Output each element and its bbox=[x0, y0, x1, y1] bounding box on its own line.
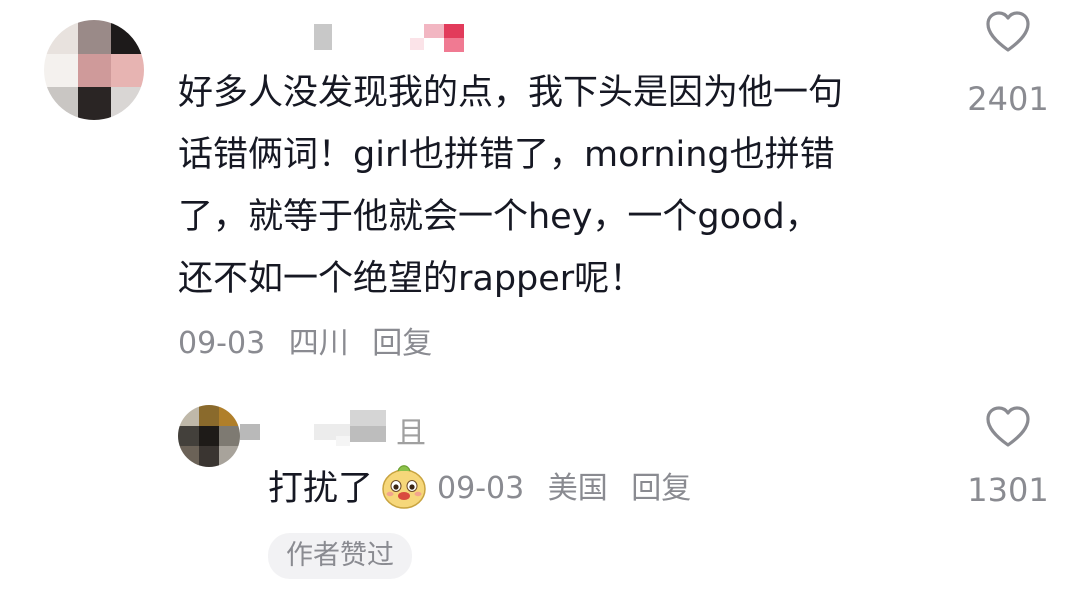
comment-location: 四川 bbox=[288, 326, 349, 361]
avatar[interactable] bbox=[178, 405, 240, 467]
username-redacted[interactable]: 且 bbox=[240, 410, 440, 451]
comment-meta: 09-03 四川 回复 bbox=[178, 318, 446, 362]
reply-button[interactable]: 回复 bbox=[631, 471, 691, 506]
face-emoji-icon bbox=[382, 465, 426, 509]
comment-text: 打扰了 bbox=[268, 468, 374, 509]
comment-text-line: 好多人没发现我的点，我下头是因为他一句 bbox=[178, 73, 844, 113]
reply-button[interactable]: 回复 bbox=[372, 326, 432, 361]
heart-outline-icon[interactable] bbox=[984, 10, 1032, 54]
like-button[interactable]: 1301 bbox=[948, 405, 1068, 509]
comment-text-line: 还不如一个绝望的rapper呢！ bbox=[178, 259, 645, 299]
like-count: 1301 bbox=[967, 471, 1049, 509]
username-fragment: 且 bbox=[396, 416, 426, 451]
comment-text-line: 了，就等于他就会一个hey，一个good， bbox=[178, 197, 820, 237]
comment-meta: 09-03 美国 回复 bbox=[437, 463, 705, 507]
comment-text-line: 话错俩词！girl也拼错了，morning也拼错 bbox=[178, 135, 835, 175]
comment-location: 美国 bbox=[547, 471, 608, 506]
comment-date: 09-03 bbox=[437, 471, 525, 506]
comment-date: 09-03 bbox=[178, 326, 266, 361]
like-button[interactable]: 2401 bbox=[948, 10, 1068, 118]
username-redacted[interactable] bbox=[270, 24, 490, 54]
avatar[interactable] bbox=[44, 20, 144, 120]
like-count: 2401 bbox=[967, 80, 1049, 118]
author-liked-badge: 作者赞过 bbox=[268, 533, 412, 579]
reply-row: 打扰了 09-03 美国 回复 bbox=[268, 460, 705, 510]
heart-outline-icon[interactable] bbox=[984, 405, 1032, 449]
